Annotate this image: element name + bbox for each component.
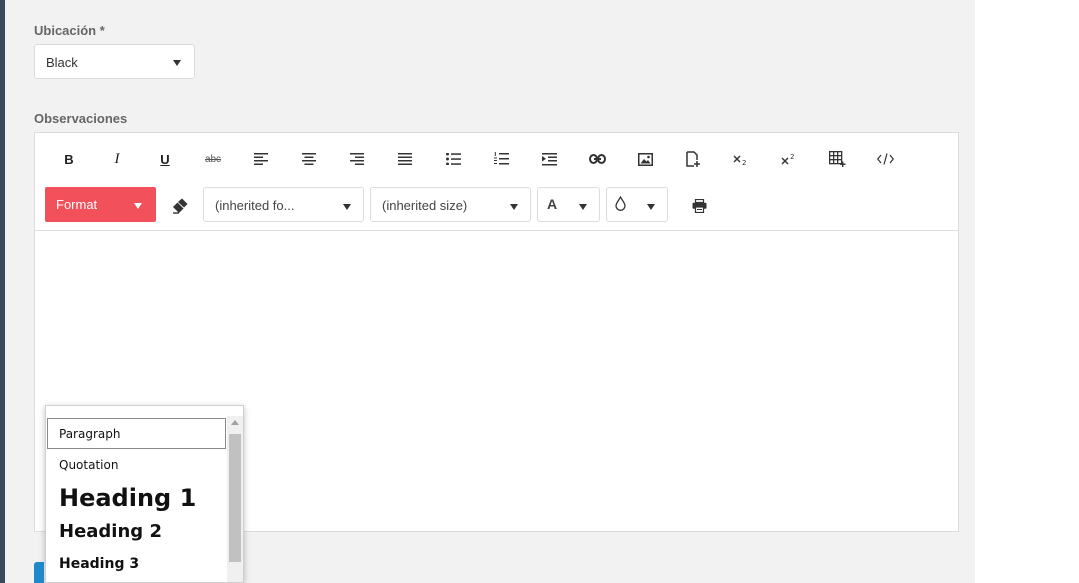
clear-format-button[interactable]: [166, 194, 194, 218]
font-family-value: (inherited fo...: [215, 198, 295, 213]
chevron-down-icon: [173, 60, 181, 66]
strikethrough-button[interactable]: abc: [199, 147, 227, 171]
align-center-icon: [302, 153, 316, 165]
ubicacion-label: Ubicación *: [34, 23, 105, 38]
color-drop-icon: [615, 196, 626, 211]
link-icon: [588, 154, 606, 164]
text-color-select[interactable]: A: [537, 187, 600, 222]
image-icon: [637, 152, 653, 166]
chevron-down-icon: [134, 203, 142, 209]
chevron-down-icon: [647, 204, 655, 210]
table-icon: [828, 151, 845, 167]
align-right-icon: [350, 153, 364, 165]
ubicacion-value: Black: [46, 55, 78, 70]
table-button[interactable]: [823, 147, 851, 171]
format-label: Format: [56, 197, 98, 212]
new-document-icon: [685, 151, 700, 167]
link-button[interactable]: [583, 147, 611, 171]
svg-text:2: 2: [742, 159, 746, 165]
indent-icon: [541, 152, 557, 165]
ubicacion-select[interactable]: Black: [34, 44, 195, 79]
format-option-heading-1[interactable]: Heading 1: [47, 482, 226, 516]
align-right-button[interactable]: [343, 147, 371, 171]
align-justify-icon: [398, 153, 412, 165]
format-menu: Paragraph Quotation Heading 1 Heading 2 …: [45, 405, 244, 583]
superscript-button[interactable]: 2: [775, 147, 803, 171]
align-left-button[interactable]: [247, 147, 275, 171]
ordered-list-icon: [493, 152, 509, 165]
ordered-list-button[interactable]: [487, 147, 515, 171]
format-option-heading-2[interactable]: Heading 2: [47, 519, 226, 547]
subscript-icon: 2: [733, 155, 746, 165]
submit-button[interactable]: [34, 562, 44, 583]
font-size-value: (inherited size): [382, 198, 468, 213]
text-color-icon: A: [547, 196, 558, 212]
underline-button[interactable]: U: [151, 147, 179, 171]
observaciones-label: Observaciones: [34, 111, 128, 126]
format-option-paragraph[interactable]: Paragraph: [47, 418, 226, 449]
superscript-icon: 2: [781, 153, 794, 165]
print-icon: [692, 199, 706, 213]
chevron-down-icon: [579, 204, 587, 210]
scroll-up-arrow-icon[interactable]: [231, 420, 239, 425]
unordered-list-icon: [445, 153, 461, 165]
svg-text:2: 2: [790, 153, 794, 161]
align-left-icon: [254, 153, 268, 165]
eraser-icon: [173, 198, 188, 214]
toolbar-divider: [35, 230, 958, 231]
format-dropdown-button[interactable]: Format: [45, 187, 156, 222]
code-view-button[interactable]: [871, 147, 899, 171]
image-button[interactable]: [631, 147, 659, 171]
background-color-select[interactable]: [606, 187, 668, 222]
chevron-down-icon: [343, 204, 351, 210]
format-option-quotation[interactable]: Quotation: [47, 452, 226, 478]
format-menu-scrollbar[interactable]: [227, 416, 243, 582]
italic-button[interactable]: I: [103, 147, 131, 171]
new-document-button[interactable]: [679, 147, 707, 171]
print-button[interactable]: [685, 194, 713, 218]
format-option-heading-3[interactable]: Heading 3: [47, 554, 226, 578]
unordered-list-button[interactable]: [439, 147, 467, 171]
indent-button[interactable]: [535, 147, 563, 171]
font-size-select[interactable]: (inherited size): [370, 187, 531, 222]
code-view-icon: [876, 153, 894, 165]
align-center-button[interactable]: [295, 147, 323, 171]
chevron-down-icon: [510, 204, 518, 210]
bold-button[interactable]: B: [55, 147, 83, 171]
font-family-select[interactable]: (inherited fo...: [203, 187, 364, 222]
align-justify-button[interactable]: [391, 147, 419, 171]
scrollbar-thumb[interactable]: [229, 434, 241, 562]
subscript-button[interactable]: 2: [727, 147, 755, 171]
